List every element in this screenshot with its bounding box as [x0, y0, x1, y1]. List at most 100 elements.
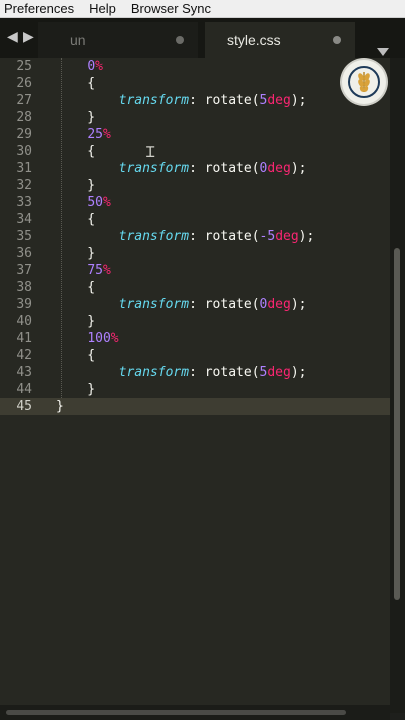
line-number: 33: [16, 195, 32, 210]
line-number: 42: [16, 348, 32, 363]
code-line[interactable]: }: [56, 398, 390, 415]
code-line[interactable]: 100%: [56, 330, 390, 347]
code-text: );: [290, 161, 307, 176]
css-number: 25: [87, 127, 103, 142]
dirty-dot-icon[interactable]: [333, 36, 341, 44]
css-unit: %: [102, 263, 111, 278]
line-number: 26: [16, 76, 32, 91]
dirty-dot-icon[interactable]: [176, 36, 184, 44]
code-text: : rotate(: [189, 297, 260, 312]
indent-guide: [61, 58, 62, 398]
tab-bar: ◀ ▶ un style.css: [0, 18, 405, 58]
code-editor[interactable]: 25 26 27 28 29 30 31 32 33 34 35 36 37 38 39 40 41 42 43 44…: [0, 58, 390, 713]
line-number: 25: [16, 59, 32, 74]
menu-preferences[interactable]: Preferences: [4, 1, 74, 16]
text-cursor-icon: Ɪ: [146, 143, 155, 161]
css-unit: deg: [275, 229, 299, 244]
nav-back-icon[interactable]: ◀: [7, 28, 18, 45]
code-line[interactable]: {: [56, 75, 390, 92]
css-property: transform: [118, 93, 190, 108]
code-text: : rotate(: [189, 93, 260, 108]
code-line[interactable]: 25%: [56, 126, 390, 143]
tab-list-dropdown-icon[interactable]: [377, 48, 389, 56]
wheat-emblem-icon: [342, 60, 386, 104]
code-line[interactable]: {: [56, 211, 390, 228]
code-line[interactable]: {: [56, 143, 390, 160]
tab-style-css[interactable]: style.css: [205, 22, 355, 58]
line-number: 32: [16, 178, 32, 193]
css-unit: deg: [267, 365, 291, 380]
css-unit: %: [102, 127, 111, 142]
code-text: : rotate(: [189, 365, 260, 380]
line-number: 31: [16, 161, 32, 176]
line-number: 30: [16, 144, 32, 159]
line-number: 38: [16, 280, 32, 295]
menu-browser-sync[interactable]: Browser Sync: [131, 1, 211, 16]
menu-bar: Preferences Help Browser Sync: [0, 0, 405, 18]
code-line[interactable]: transform: rotate(-5deg);: [56, 228, 390, 245]
code-text: );: [290, 93, 307, 108]
line-number: 29: [16, 127, 32, 142]
code-text: }: [56, 399, 64, 414]
line-number: 35: [16, 229, 32, 244]
line-number: 44: [16, 382, 32, 397]
code-text: : rotate(: [189, 229, 260, 244]
vertical-scrollbar[interactable]: [390, 58, 405, 713]
menu-help[interactable]: Help: [89, 1, 116, 16]
code-line[interactable]: {: [56, 279, 390, 296]
code-text: : rotate(: [189, 161, 260, 176]
css-unit: %: [95, 59, 103, 74]
line-number: 45: [0, 398, 56, 415]
nav-forward-icon[interactable]: ▶: [23, 28, 34, 45]
line-number: 39: [16, 297, 32, 312]
code-line[interactable]: }: [56, 381, 390, 398]
css-property: transform: [118, 161, 190, 176]
code-text: );: [290, 365, 307, 380]
code-line[interactable]: transform: rotate(5deg);: [56, 92, 390, 109]
css-unit: %: [110, 331, 119, 346]
css-unit: deg: [267, 297, 291, 312]
css-property: transform: [118, 365, 190, 380]
css-number: 0: [87, 59, 96, 74]
vertical-scrollbar-thumb[interactable]: [394, 248, 400, 600]
code-line[interactable]: }: [56, 245, 390, 262]
css-number: 75: [87, 263, 103, 278]
code-text: );: [298, 229, 315, 244]
horizontal-scrollbar-thumb[interactable]: [6, 710, 346, 715]
line-number: 34: [16, 212, 32, 227]
css-number: 100: [87, 331, 111, 346]
line-number: 43: [16, 365, 32, 380]
line-number: 37: [16, 263, 32, 278]
code-line[interactable]: }: [56, 313, 390, 330]
tab-untitled[interactable]: un: [38, 22, 198, 58]
horizontal-scrollbar[interactable]: [0, 705, 390, 720]
line-number: 36: [16, 246, 32, 261]
css-property: transform: [118, 297, 190, 312]
line-number: 28: [16, 110, 32, 125]
code-line[interactable]: }: [56, 109, 390, 126]
css-unit: deg: [267, 93, 291, 108]
tab-label: un: [70, 32, 86, 48]
code-line[interactable]: }: [56, 177, 390, 194]
css-number: 50: [87, 195, 103, 210]
code-line[interactable]: transform: rotate(0deg);: [56, 160, 390, 177]
css-number: -5: [259, 229, 276, 244]
code-line[interactable]: {: [56, 347, 390, 364]
code-text: );: [290, 297, 307, 312]
code-line[interactable]: transform: rotate(0deg);: [56, 296, 390, 313]
code-line[interactable]: 50%: [56, 194, 390, 211]
tab-label: style.css: [227, 32, 281, 48]
code-line[interactable]: 0%: [56, 58, 390, 75]
css-unit: deg: [267, 161, 291, 176]
css-property: transform: [118, 229, 190, 244]
code-area[interactable]: 0% { transform: rotate(5deg); } 25% { tr…: [56, 58, 390, 415]
code-line[interactable]: transform: rotate(5deg);: [56, 364, 390, 381]
code-line[interactable]: 75%: [56, 262, 390, 279]
line-number: 40: [16, 314, 32, 329]
line-number: 41: [16, 331, 32, 346]
